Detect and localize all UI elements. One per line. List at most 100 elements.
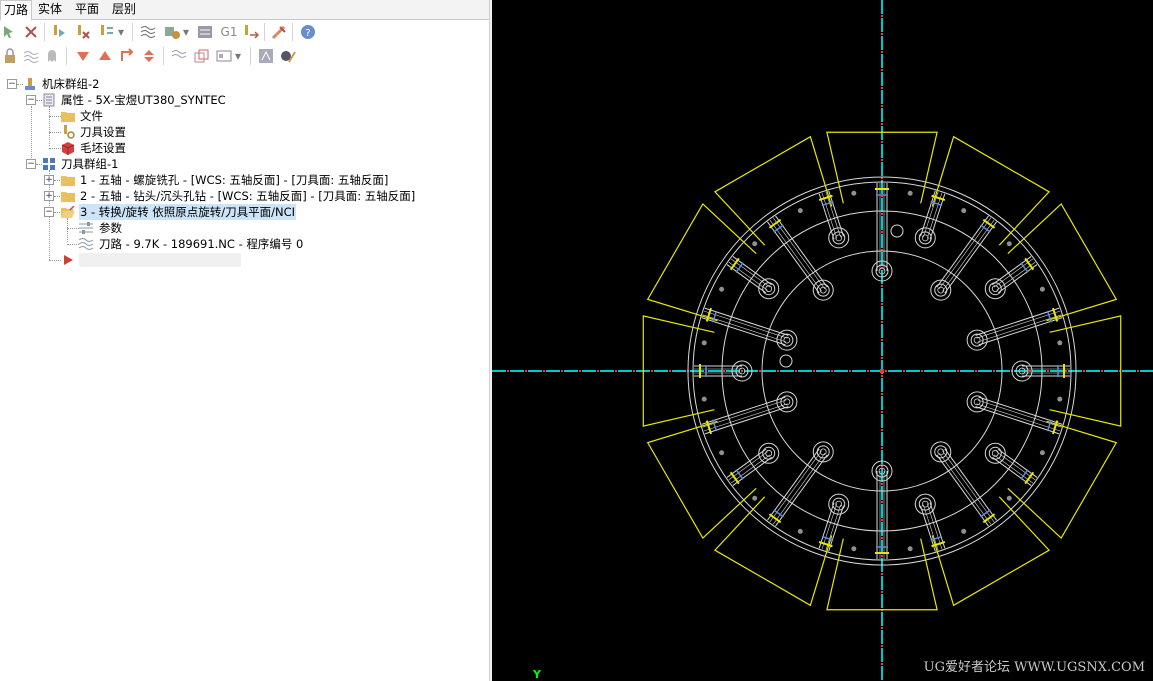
bolt-dot [961,208,967,214]
tree-item-stock-settings[interactable]: 毛坯设置 [80,140,126,156]
simulate-icon[interactable] [257,47,275,65]
locating-hole [779,354,793,368]
bolt-dot [1057,396,1063,402]
tree-item-toolpath[interactable]: 刀路 - 9.7K - 189691.NC - 程序编号 0 [99,236,303,252]
move-down-icon[interactable] [74,47,92,65]
stock-segment [646,420,757,540]
regen-dirty-icon[interactable] [74,23,92,41]
bolt-dot [797,208,803,214]
slot-inner [938,452,992,525]
slot-inner [976,403,1061,432]
slot-marker-blue [773,224,784,233]
view-options-icon[interactable] [215,47,233,65]
slot-edge [997,448,1038,478]
batch-icon[interactable] [192,47,210,65]
toggle-display-icon[interactable] [22,47,40,65]
pilot-hole [991,285,999,293]
through-hole [762,282,776,296]
tab-solids[interactable]: 实体 [35,0,65,19]
tool-manager-icon[interactable] [279,47,297,65]
verify-icon[interactable] [163,23,181,41]
tab-planes[interactable]: 平面 [72,0,102,19]
tree-item-parameters[interactable]: 参数 [99,220,122,236]
slot-marker [1051,420,1059,435]
slot-edge [975,406,1060,435]
stock-segment [931,496,1051,607]
collapse-toggle[interactable]: − [26,95,36,105]
expand-collapse-icon[interactable] [140,47,158,65]
help-icon[interactable]: ? [299,23,317,41]
locating-hole [890,224,904,238]
chevron-down-icon[interactable]: ▾ [233,47,243,65]
tree-item-tool-settings[interactable]: 刀具设置 [80,124,126,140]
tree-item-operation-1[interactable]: 1 - 五轴 - 螺旋铣孔 - [WCS: 五轴反面] - [刀具面: 五轴反面… [80,172,388,188]
through-hole [816,283,830,297]
tab-levels[interactable]: 层别 [109,0,139,19]
through-hole [918,497,932,511]
slot-edge [936,454,989,527]
pilot-hole [991,449,999,457]
slot-inner [996,261,1036,291]
origin-marker [880,369,884,373]
tree-item-files[interactable]: 文件 [80,108,103,124]
slot-marker-blue [1020,469,1029,480]
lock-icon[interactable] [1,47,19,65]
regen-icon[interactable] [50,23,68,41]
backplot-icon[interactable] [139,23,157,41]
tree-item-machine-group[interactable]: 机床群组-2 [42,76,99,92]
expand-toggle[interactable]: + [44,175,54,185]
stock-segment [1007,420,1118,540]
slot-marker [705,420,713,435]
through-hole [816,445,830,459]
highspeed-icon[interactable] [270,23,288,41]
cad-drawing [492,0,1153,681]
wave-icon[interactable] [170,47,188,65]
tree-item-properties[interactable]: 属性 - 5X-宝煜UT380_SYNTEC [61,92,226,108]
tab-toolpaths[interactable]: 刀路 [0,0,33,21]
slot-marker [982,513,996,524]
collapse-toggle[interactable]: − [7,79,17,89]
pilot-hole [937,286,945,294]
chevron-down-icon[interactable]: ▾ [116,23,126,41]
chevron-down-icon[interactable]: ▾ [181,23,191,41]
collapse-toggle[interactable]: − [26,159,36,169]
slot-inner [942,219,995,292]
properties-icon [41,93,57,107]
sort-icon[interactable] [98,23,116,41]
slot-marker-blue [980,224,991,233]
move-up-icon[interactable] [96,47,114,65]
through-hole [970,395,984,409]
stock-segment [931,135,1051,246]
through-hole [780,333,794,347]
graphics-viewport[interactable]: Y UG爱好者论坛 WWW.UGSNX.COM [492,0,1153,681]
slot-inner [772,452,826,525]
slot-edge [936,215,989,288]
bolt-dot [907,546,913,552]
tree-item-toolpath-group[interactable]: 刀具群组-1 [61,156,118,172]
slot-marker [818,540,833,548]
through-hole [988,446,1002,460]
slot-marker-blue [980,509,991,518]
svg-text:?: ? [305,28,310,39]
g1-icon[interactable]: G1 [219,23,239,41]
export-icon[interactable] [242,23,260,41]
expand-toggle[interactable]: + [44,191,54,201]
select-toolpath-icon[interactable] [1,23,19,41]
bolt-dot [752,495,758,501]
slot-edge [767,221,820,294]
insert-position-slot[interactable] [79,253,241,267]
through-hole [934,283,948,297]
insert-arrow-icon[interactable] [118,47,136,65]
counterbore-hole [930,279,952,301]
insert-position-arrow-icon[interactable] [60,253,76,267]
bolt-dot [851,546,857,552]
post-icon[interactable] [196,23,214,41]
deselect-icon[interactable] [22,23,40,41]
collapse-toggle[interactable]: − [44,207,54,217]
tree-item-operation-3[interactable]: 3 - 转换/旋转 依照原点旋转/刀具平面/NCI [79,204,297,220]
ghost-icon[interactable] [43,47,61,65]
pilot-hole [765,449,773,457]
bolt-dot [1039,286,1045,292]
tree-item-operation-2[interactable]: 2 - 五轴 - 钻头/沉头孔钻 - [WCS: 五轴反面] - [刀具面: 五… [80,188,415,204]
slot-marker [768,513,782,524]
